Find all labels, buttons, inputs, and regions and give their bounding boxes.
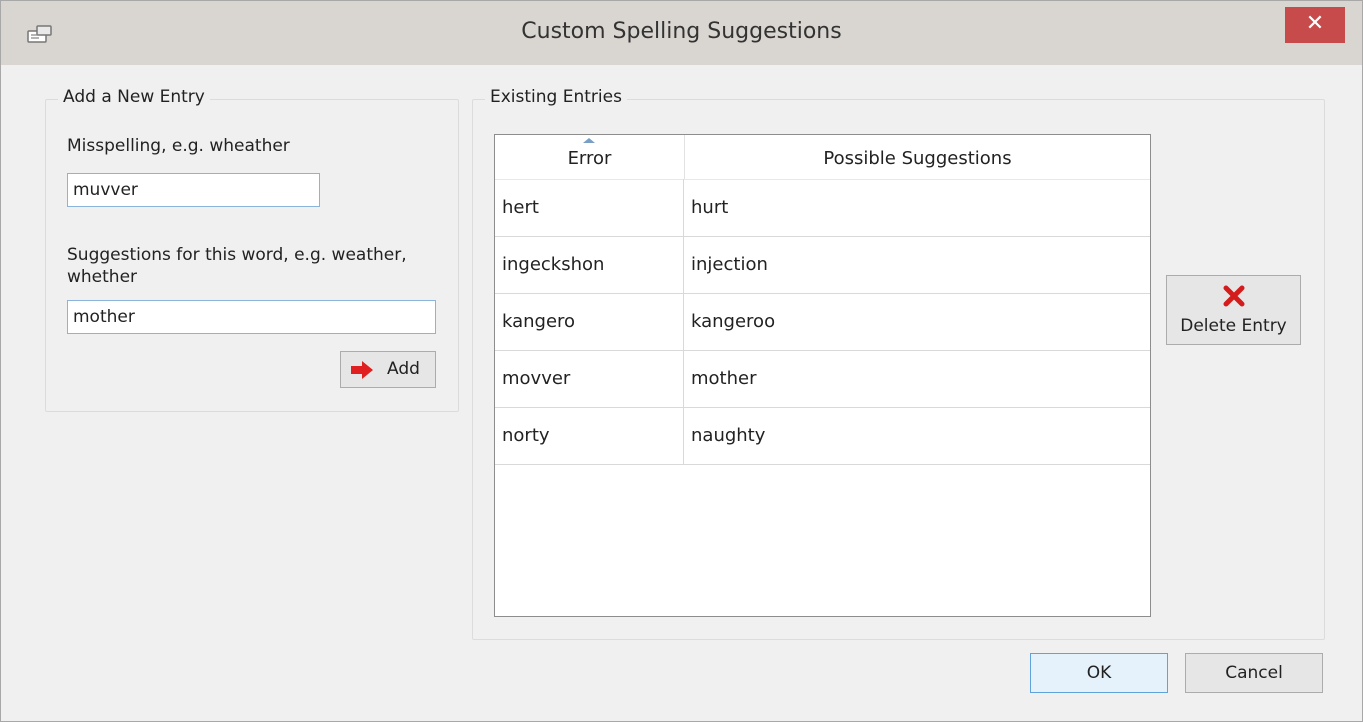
error-cell[interactable]: movver <box>495 350 684 407</box>
table-header: Error Possible Suggestions <box>495 135 1150 180</box>
existing-entries-group: Existing Entries Error Possible Suggesti… <box>472 87 1325 640</box>
red-x-icon <box>1223 285 1245 307</box>
entries-table[interactable]: Error Possible Suggestions hert hurt ing… <box>494 134 1151 617</box>
column-header-suggestions-label: Possible Suggestions <box>823 148 1012 169</box>
error-cell[interactable]: norty <box>495 407 684 464</box>
delete-entry-button[interactable]: Delete Entry <box>1166 275 1301 345</box>
suggestion-cell[interactable]: hurt <box>684 179 1150 236</box>
table-row[interactable]: movver mother <box>495 350 1150 408</box>
table-row[interactable]: hert hurt <box>495 179 1150 237</box>
error-cell[interactable]: ingeckshon <box>495 236 684 293</box>
add-button[interactable]: Add <box>340 351 436 388</box>
arrow-right-icon <box>351 361 373 379</box>
suggestions-label: Suggestions for this word, e.g. weather,… <box>67 245 407 287</box>
suggestion-cell[interactable]: kangeroo <box>684 293 1150 350</box>
window-title: Custom Spelling Suggestions <box>521 19 842 44</box>
existing-entries-legend: Existing Entries <box>485 87 627 107</box>
add-entry-group: Add a New Entry Misspelling, e.g. wheath… <box>45 87 459 412</box>
ok-button[interactable]: OK <box>1030 653 1168 693</box>
suggestion-cell[interactable]: injection <box>684 236 1150 293</box>
add-entry-legend: Add a New Entry <box>58 87 210 107</box>
error-cell[interactable]: kangero <box>495 293 684 350</box>
misspelling-input[interactable]: muvver <box>67 173 320 207</box>
misspelling-label: Misspelling, e.g. wheather <box>67 136 290 156</box>
dialog-window: Custom Spelling Suggestions ✕ Add a New … <box>0 0 1363 722</box>
table-row[interactable]: kangero kangeroo <box>495 293 1150 351</box>
delete-entry-label: Delete Entry <box>1180 316 1287 336</box>
suggestions-input[interactable]: mother <box>67 300 436 334</box>
add-button-label: Add <box>387 359 420 379</box>
suggestion-cell[interactable]: naughty <box>684 407 1150 464</box>
column-header-suggestions[interactable]: Possible Suggestions <box>685 135 1150 179</box>
dialog-body: Add a New Entry Misspelling, e.g. wheath… <box>9 65 1351 712</box>
table-row[interactable]: ingeckshon injection <box>495 236 1150 294</box>
error-cell[interactable]: hert <box>495 179 684 236</box>
column-header-error[interactable]: Error <box>495 135 684 179</box>
suggestion-cell[interactable]: mother <box>684 350 1150 407</box>
column-header-error-label: Error <box>567 148 612 169</box>
table-row[interactable]: norty naughty <box>495 407 1150 465</box>
close-button[interactable]: ✕ <box>1285 7 1345 43</box>
title-bar[interactable]: Custom Spelling Suggestions ✕ <box>1 1 1362 65</box>
cancel-button[interactable]: Cancel <box>1185 653 1323 693</box>
sort-ascending-icon <box>583 138 595 143</box>
